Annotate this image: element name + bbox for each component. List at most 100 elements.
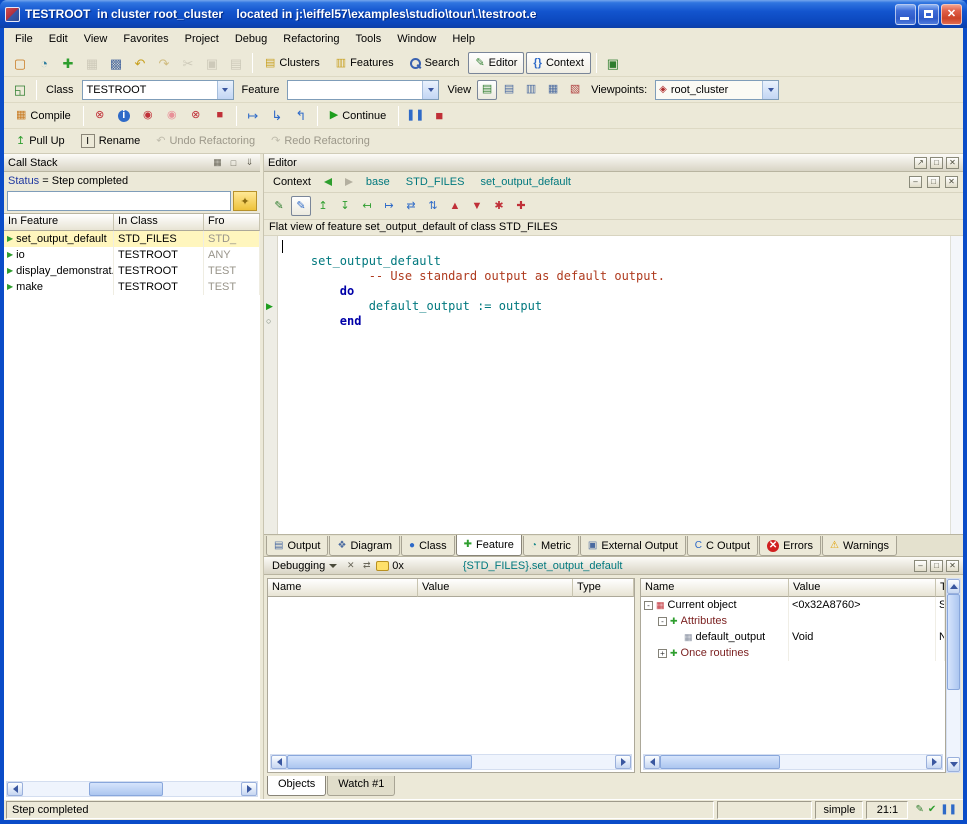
editor-button[interactable]: ✎ Editor [468, 52, 524, 74]
contract-view-icon[interactable]: ▧ [565, 80, 585, 100]
column-header[interactable]: Value [418, 579, 573, 597]
scroll-left-button[interactable] [271, 755, 287, 769]
debugging-menu-button[interactable]: Debugging [268, 560, 341, 572]
scroll-track[interactable] [23, 782, 241, 796]
object-tree-row[interactable]: + ✚ Once routines [641, 645, 945, 661]
watch-table-body[interactable] [268, 597, 634, 752]
context-maximize-button[interactable]: □ [927, 176, 940, 188]
column-header[interactable]: Name [268, 579, 418, 597]
search-button[interactable]: Search [403, 52, 467, 74]
scroll-right-button[interactable] [926, 755, 942, 769]
context-button[interactable]: {} Context [526, 52, 590, 74]
clients-icon[interactable]: ⇅ [423, 196, 443, 216]
tab-warnings[interactable]: ⚠ Warnings [822, 536, 897, 556]
scroll-thumb[interactable] [89, 782, 163, 796]
menu-item[interactable]: Project [177, 30, 227, 48]
debug-close-button[interactable]: ✕ [946, 560, 959, 572]
column-header[interactable]: Typ [936, 579, 945, 597]
scroll-down-button[interactable] [947, 757, 960, 772]
code-area[interactable]: set_output_default -- Use standard outpu… [278, 236, 950, 534]
pull-up-button[interactable]: ↥ Pull Up [9, 130, 72, 152]
breadcrumb-item[interactable]: STD_FILES [406, 176, 465, 188]
callstack-row[interactable]: ▶make TESTROOT TEST [4, 279, 260, 295]
creators-icon[interactable]: ▲ [445, 196, 465, 216]
context-minimize-button[interactable]: – [909, 176, 922, 188]
tab-feature[interactable]: ✚ Feature [456, 535, 522, 556]
viewpoints-combo[interactable]: ◈ root_cluster [655, 80, 779, 100]
descendants-icon[interactable]: ↧ [335, 196, 355, 216]
redo-icon[interactable]: ↷ [153, 52, 175, 74]
close-button[interactable]: ✕ [941, 4, 962, 25]
scroll-up-button[interactable] [947, 579, 960, 594]
close-debug-tool-icon[interactable]: ✕ [344, 560, 357, 571]
object-tree-row[interactable]: - ✚ Attributes [641, 613, 945, 629]
callstack-filter-input[interactable] [7, 191, 231, 211]
tree-expander-icon[interactable]: + [658, 649, 667, 658]
suppliers-icon[interactable]: ⇄ [401, 196, 421, 216]
callstack-tool-button[interactable]: ✦ [233, 191, 257, 211]
callstack-row[interactable]: ▶set_output_default STD_FILES STD_ [4, 231, 260, 247]
rename-button[interactable]: I Rename [74, 130, 148, 152]
hex-display-icon[interactable] [376, 561, 389, 571]
new-tab-view-icon[interactable]: ▤ [477, 80, 497, 100]
column-header[interactable]: In Feature [4, 214, 114, 231]
callstack-titlebar[interactable]: Call Stack ▦ □ ⇓ [4, 154, 260, 172]
scroll-left-button[interactable] [7, 782, 23, 796]
scroll-right-button[interactable] [241, 782, 257, 796]
column-header[interactable]: Name [641, 579, 789, 597]
breakpoint-arrow-icon[interactable]: ▶ [266, 302, 273, 311]
menu-item[interactable]: Edit [41, 30, 76, 48]
tab-watch-1[interactable]: Watch #1 [327, 776, 395, 796]
scroll-left-button[interactable] [644, 755, 660, 769]
editor-titlebar[interactable]: Editor ↗ □ ✕ [264, 154, 963, 172]
homonyms-icon[interactable]: ✱ [489, 196, 509, 216]
feature-combo[interactable] [287, 80, 439, 100]
object-tree-row[interactable]: ▦ default_output Void NON [641, 629, 945, 645]
context-close-button[interactable]: ✕ [945, 176, 958, 188]
undo-icon[interactable]: ↶ [129, 52, 151, 74]
callees-icon[interactable]: ↦ [379, 196, 399, 216]
ignore-breakpoints-icon[interactable]: ■ [209, 105, 231, 127]
tab-output[interactable]: ▤ Output [266, 536, 328, 556]
maximize-button[interactable] [918, 4, 939, 25]
features-button[interactable]: ▥ Features [329, 52, 401, 74]
class-combo[interactable]: TESTROOT [82, 80, 234, 100]
column-header[interactable]: Type [573, 579, 634, 597]
ancestors-icon[interactable]: ↥ [313, 196, 333, 216]
column-header[interactable]: In Class [114, 214, 204, 231]
editor-maximize-button[interactable]: □ [930, 157, 943, 169]
editor-close-button[interactable]: ✕ [946, 157, 959, 169]
breadcrumb-item[interactable]: set_output_default [480, 176, 571, 188]
menu-item[interactable]: File [7, 30, 41, 48]
minimize-button[interactable] [895, 4, 916, 25]
new-class-icon[interactable]: ✚ [57, 52, 79, 74]
scroll-thumb[interactable] [660, 755, 780, 769]
callstack-row[interactable]: ▶io TESTROOT ANY [4, 247, 260, 263]
object-tree-row[interactable]: - ▦ Current object <0x32A8760> STD_ [641, 597, 945, 613]
debug-titlebar[interactable]: Debugging ✕ ⇄ 0x {STD_FILES}.set_output_… [264, 557, 963, 575]
menu-item[interactable]: Refactoring [275, 30, 347, 48]
code-line[interactable] [282, 239, 950, 254]
menu-item[interactable]: Favorites [115, 30, 176, 48]
info-icon[interactable]: i [113, 105, 135, 127]
tab-errors[interactable]: ✕ Errors [759, 536, 821, 556]
tab-class[interactable]: ● Class [401, 536, 455, 556]
basic-view-icon[interactable]: ▤ [499, 80, 519, 100]
editor-gutter[interactable]: ▶○ [264, 236, 278, 534]
discard-assertions-icon[interactable]: ⊗ [89, 105, 111, 127]
viewpoints-combo-dropdown-button[interactable] [762, 81, 778, 99]
debug-minimize-button[interactable]: – [914, 560, 927, 572]
history-back-button[interactable] [320, 175, 336, 190]
clickable-view-icon[interactable]: ▥ [521, 80, 541, 100]
code-line[interactable]: -- Use standard output as default output… [282, 269, 950, 284]
scroll-track[interactable] [947, 594, 960, 757]
scroll-thumb[interactable] [287, 755, 472, 769]
clusters-button[interactable]: ▤ Clusters [258, 52, 327, 74]
continue-button[interactable]: ▶ Continue [323, 105, 394, 127]
scroll-right-button[interactable] [615, 755, 631, 769]
callstack-row[interactable]: ▶display_demonstrat... TESTROOT TEST [4, 263, 260, 279]
remove-breakpoints-icon[interactable]: ⊗ [185, 105, 207, 127]
save-callstack-icon[interactable]: ▦ [211, 157, 224, 168]
column-header[interactable]: Fro [204, 214, 260, 231]
tab-c-output[interactable]: C C Output [687, 536, 758, 556]
